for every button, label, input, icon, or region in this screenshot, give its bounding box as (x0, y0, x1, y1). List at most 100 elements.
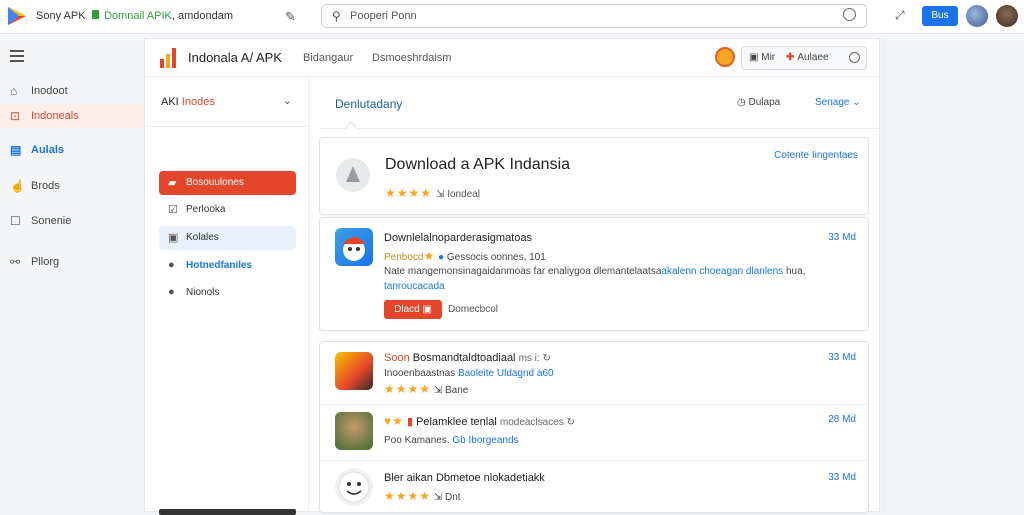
filter-item-label: Hotnedfaniles (186, 260, 253, 271)
circle-icon[interactable] (849, 52, 860, 63)
chevron-down-icon: ⌄ (849, 97, 861, 108)
filter-item-label: Nionols (186, 287, 220, 298)
filter-item-label: Bosouulones (186, 177, 244, 188)
sidebar-item-pllorg[interactable]: ⚯ Pllorg (0, 250, 144, 274)
search-icon: ⚲ (332, 9, 341, 23)
bookmark-icon: ☝ (10, 179, 25, 193)
app-icon[interactable] (335, 468, 373, 506)
app-title: Downlelalnoparderasigmatoas (384, 232, 532, 244)
app-title-muted: modeaclsaces (499, 417, 564, 428)
filter-label-b: Inodes (181, 96, 215, 108)
app-title-red: Soon (384, 352, 410, 364)
sidebar-item-inodoot[interactable]: ⌂ Inodoot (0, 79, 144, 103)
filter-item-bosouulones[interactable]: ▰ Bosouulones (159, 171, 296, 195)
star-rating-icon: ★★★★ (384, 382, 432, 396)
filter-item-label: Perlooka (186, 204, 226, 215)
hero-link[interactable]: Cotente Iingentaes (774, 150, 858, 161)
notification-badge-icon[interactable] (715, 47, 735, 67)
app-size: 28 Md (828, 414, 856, 425)
scroll-thumb[interactable] (159, 509, 296, 515)
download-icon: ⊡ (10, 109, 21, 123)
app-icon[interactable] (335, 352, 373, 390)
plus-icon: ✚ (786, 52, 795, 63)
sidebar-item-label: Sonenie (31, 215, 72, 227)
app-size: 33 Md (828, 472, 856, 483)
app-size: 33 Md (828, 352, 856, 363)
senage-dropdown[interactable]: Senage ⌄ (815, 97, 861, 108)
app-icon (335, 228, 373, 266)
app-title-main: Pelamklee tenlal (416, 416, 497, 428)
smiley-icon (338, 471, 370, 503)
app-name: Sony APK (36, 10, 86, 22)
mir-button[interactable]: ▣ Mir (749, 52, 775, 63)
share-icon: ⇲ (436, 189, 448, 200)
desc-blue[interactable]: akalenn choeagan dlanlens (661, 266, 783, 277)
star-rating-icon: ★★★★ (384, 489, 432, 503)
app-panel: Indonala A/ APK Bidangaur Dsmoeshrdaism … (144, 38, 880, 515)
edit-icon[interactable]: ✎ (285, 9, 296, 25)
app-icon[interactable] (335, 412, 373, 450)
download-button-label: Dlacd (394, 304, 420, 315)
add-label: Aulaee (797, 52, 829, 63)
bus-button[interactable]: Bus (922, 6, 958, 26)
search-placeholder: Pooperi Ponn (350, 10, 417, 22)
tab-bidangaur[interactable]: Bidangaur (303, 52, 353, 64)
app-meta: Penbocd★ ● Gessocis oonnes, 101 (384, 249, 546, 263)
row-divider (320, 404, 868, 405)
browser-toolbar: Sony APK Domnail APIK, amdondam ✎ ⚲ Poop… (0, 0, 1024, 34)
app-meta-blue[interactable]: Baoleite Uldagnd a60 (458, 368, 554, 379)
app-description-line2[interactable]: tanroucacada (384, 281, 445, 292)
verified-icon: ● (438, 252, 445, 263)
app-meta-gold: Penbocd (384, 252, 424, 263)
doc-icon: ☐ (10, 214, 21, 228)
add-button[interactable]: ✚ Aulaee (786, 52, 829, 63)
sidebar-item-label: Inodoot (31, 85, 68, 97)
settings-circle-icon[interactable] (843, 8, 856, 21)
star-icon: ★ (423, 249, 436, 263)
app-rating-label: Dnt (444, 492, 461, 503)
dulapa-button[interactable]: ◷ Dulapa (737, 97, 780, 108)
app-title: Bler aikan Dbmetoe nlokadetiakk (384, 472, 545, 484)
avatar[interactable] (966, 5, 988, 27)
content-header: Denlutadany ◷ Dulapa Senage ⌄ (319, 77, 879, 133)
tab-dsmoeshrdaism[interactable]: Dsmoeshrdaism (372, 52, 451, 64)
sidebar-item-indoneals[interactable]: ⊡ Indoneals (0, 104, 144, 128)
app-size: 33 Md (828, 232, 856, 243)
play-store-logo-icon[interactable] (6, 5, 28, 27)
row-divider (320, 460, 868, 461)
lock-icon (92, 10, 99, 19)
page-url[interactable]: Domnail APIK, amdondam (104, 10, 233, 22)
sidebar-item-aulals[interactable]: ▤ Aulals (0, 138, 144, 162)
download-button[interactable]: Dlacd ▣ (384, 300, 442, 319)
app-description: Nate mangemonsinagaidanmoas far enaliygo… (384, 266, 805, 277)
filter-item-nionols[interactable]: ● Nionols (159, 281, 296, 305)
url-domain: Domnail APIK (104, 10, 172, 22)
desc-a: Nate mangemonsinagaidanmoas far enaliygo… (384, 266, 662, 277)
chart-bars-logo-icon (160, 48, 180, 68)
filter-item-kolales[interactable]: ▣ Kolales (159, 226, 296, 250)
sidebar-item-brods[interactable]: ☝ Brods (0, 174, 144, 198)
sidebar-item-sonenie[interactable]: ☐ Sonenie (0, 209, 144, 233)
extensions-icon[interactable]: ⤢ (895, 8, 905, 23)
profile-avatar[interactable] (996, 5, 1018, 27)
scrollbar[interactable] (881, 38, 887, 512)
app-meta-a: Poo Kamanes. (384, 435, 450, 446)
app-rating-label: Bane (444, 385, 469, 396)
featured-card[interactable]: Downlelalnoparderasigmatoas 33 Md Penboc… (319, 217, 869, 331)
search-input[interactable]: ⚲ Pooperi Ponn (321, 4, 867, 28)
filter-item-hotnedfaniles[interactable]: ● Hotnedfaniles (159, 254, 296, 278)
sidebar-item-label: Aulals (31, 144, 65, 156)
panel-header: Indonala A/ APK Bidangaur Dsmoeshrdaism … (145, 39, 879, 77)
chevron-down-icon: ⌄ (282, 95, 292, 107)
box-icon: ▣ (168, 232, 179, 244)
app-meta: Poo Kamanes. Gb Iborgeands (384, 435, 519, 446)
dot-icon: ● (168, 259, 175, 271)
hero-card[interactable]: Download a APK Indansia ★★★★ ⇲ Iondeal Co… (319, 137, 869, 215)
filter-dropdown[interactable]: AKI Inodes ⌄ (145, 77, 308, 127)
flag-icon: ▰ (168, 177, 177, 189)
hero-title: Download a APK Indansia (385, 156, 571, 173)
filter-item-perlooka[interactable]: ☑ Perlooka (159, 198, 296, 222)
app-meta-blue[interactable]: Gb Iborgeands (452, 435, 518, 446)
sidebar-item-label: Pllorg (31, 256, 60, 268)
menu-icon[interactable] (10, 50, 24, 65)
